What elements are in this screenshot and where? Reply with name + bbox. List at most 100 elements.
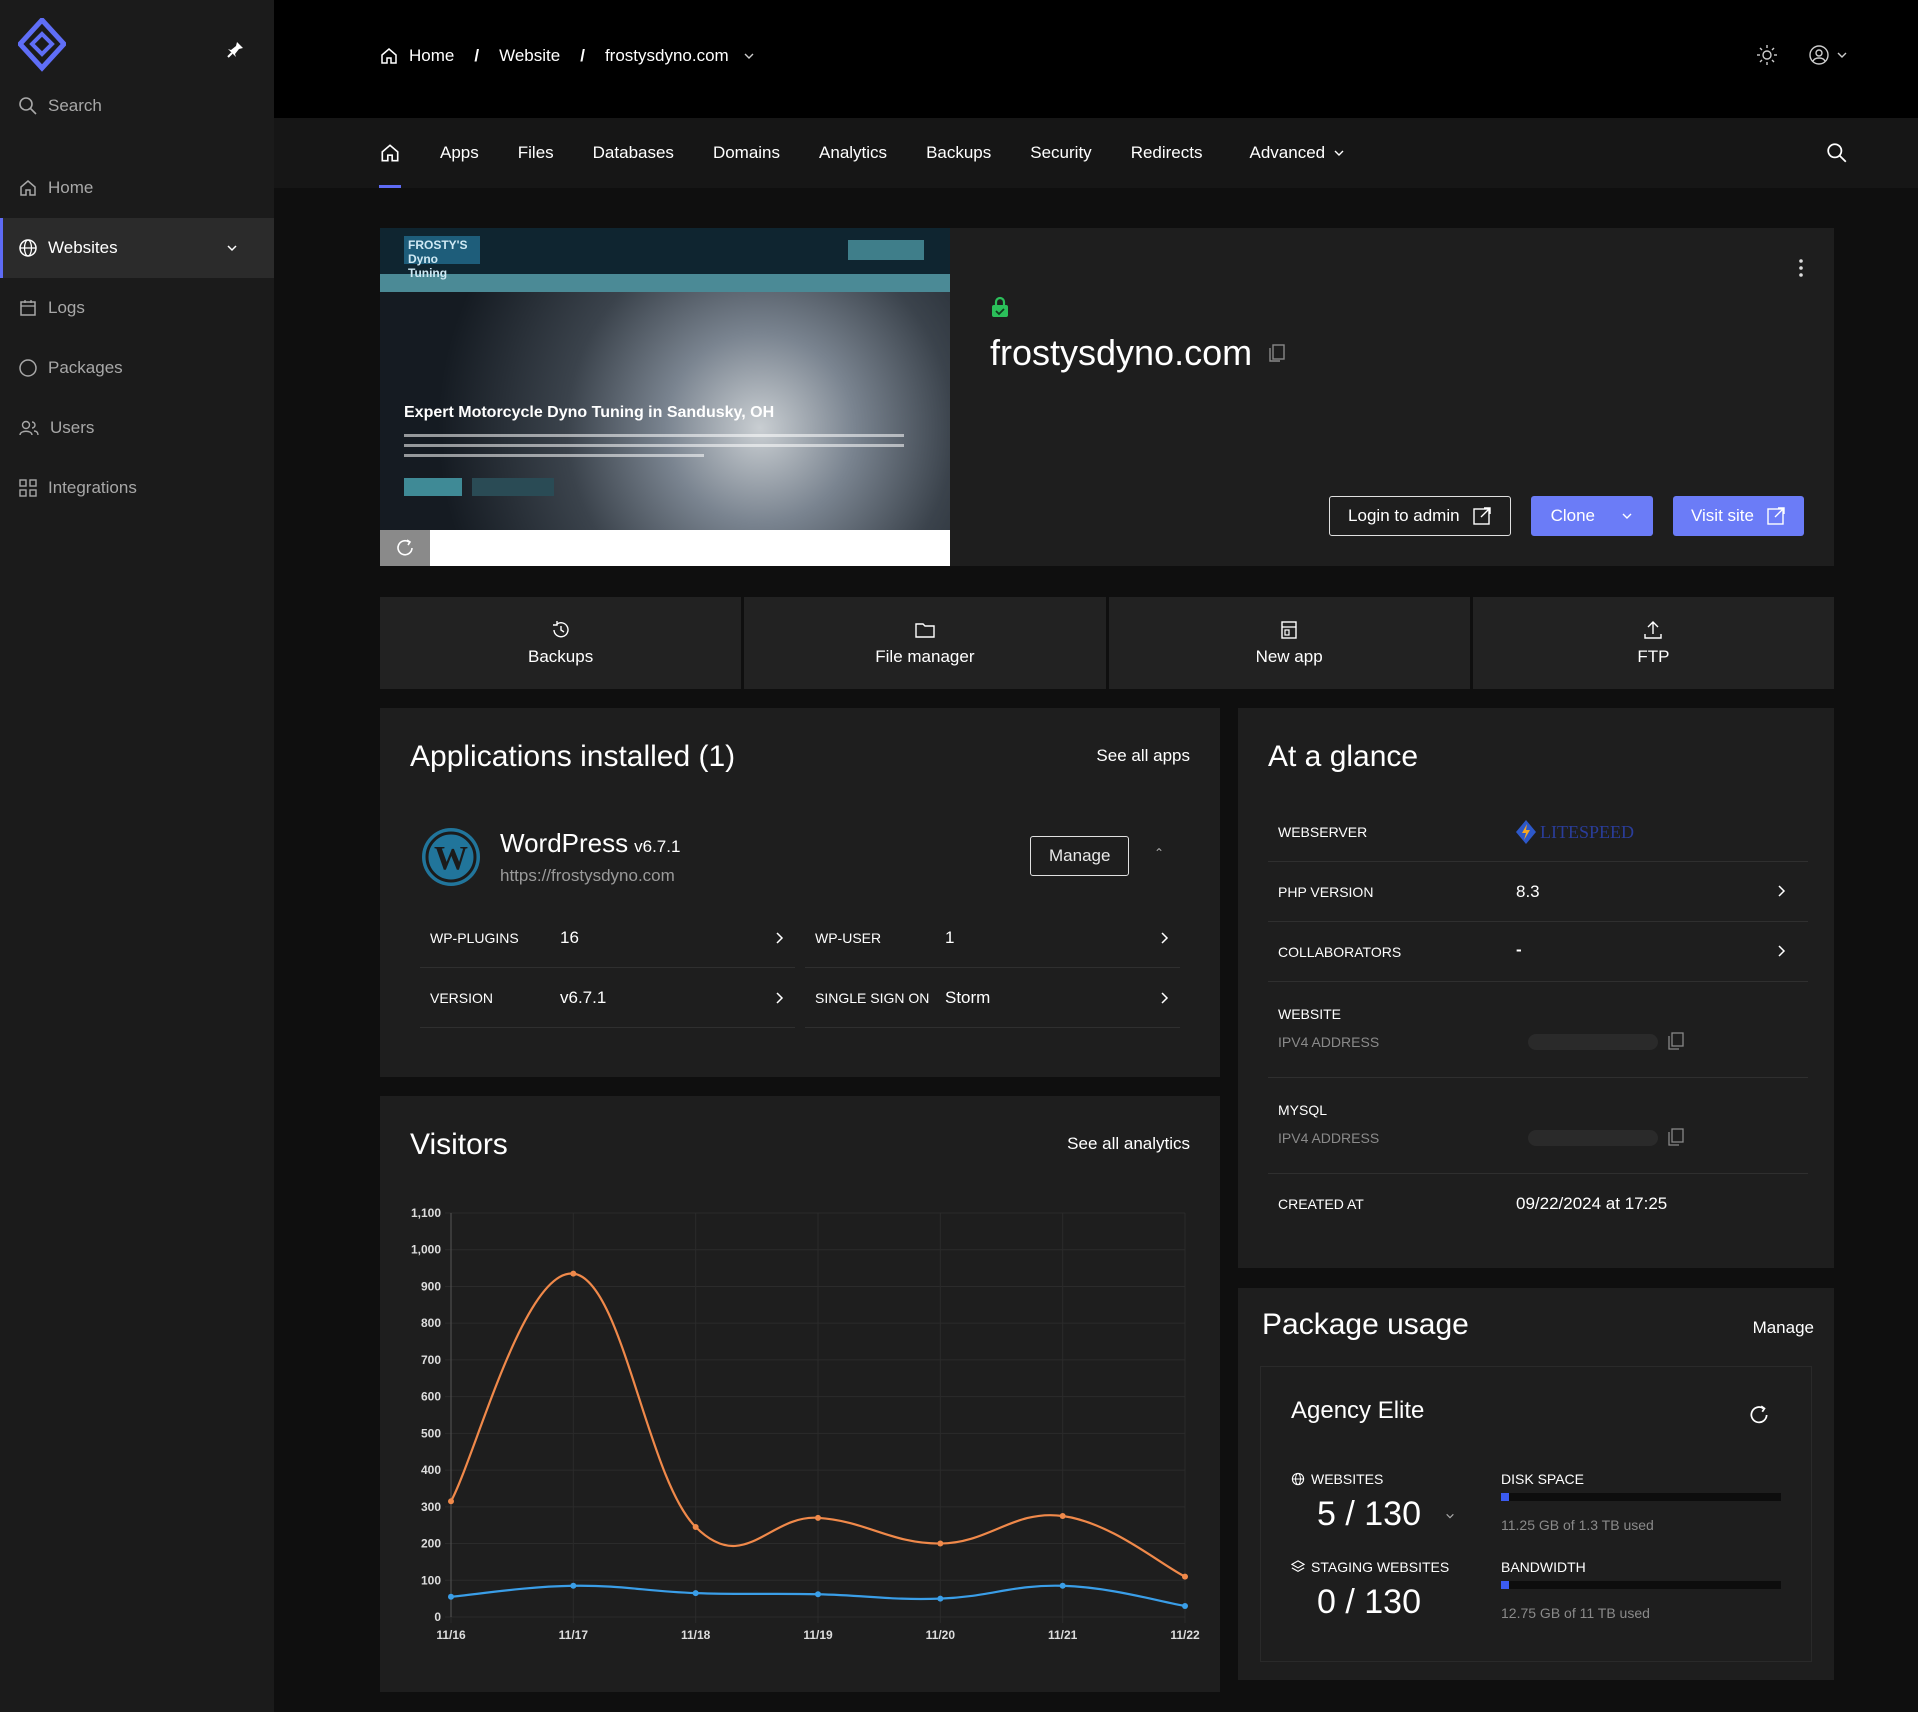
data-point (570, 1270, 577, 1277)
chevron-down-icon[interactable] (1445, 1511, 1455, 1521)
chevron-right-icon (1778, 885, 1786, 897)
refresh-icon[interactable] (1747, 1403, 1771, 1427)
app-url[interactable]: https://frostysdyno.com (500, 866, 675, 886)
breadcrumb-domain[interactable]: frostysdyno.com (605, 46, 729, 66)
at-a-glance-title: At a glance (1268, 740, 1419, 773)
tab-overview[interactable] (379, 118, 401, 188)
calendar-icon (20, 300, 36, 316)
chevron-down-icon[interactable] (743, 50, 755, 62)
sidebar-item-label: Packages (48, 358, 123, 377)
collaborators-value: - (1516, 940, 1522, 959)
webserver-label: WEBSERVER (1278, 824, 1368, 840)
sun-icon[interactable] (1756, 44, 1778, 66)
tab-backups[interactable]: Backups (926, 143, 991, 163)
site-preview-button (848, 240, 924, 260)
bandwidth-label: BANDWIDTH (1501, 1559, 1586, 1575)
refresh-preview-button[interactable] (380, 530, 430, 566)
app-details: WP-PLUGINS 16 WP-USER 1 VERSION v6.7.1 S… (420, 908, 1190, 1028)
chevron-right-icon (1778, 945, 1786, 957)
wp-plugins-row[interactable]: WP-PLUGINS 16 (420, 908, 795, 968)
tab-apps[interactable]: Apps (440, 143, 479, 163)
see-all-analytics-link[interactable]: See all analytics (1067, 1134, 1190, 1154)
data-point (692, 1524, 699, 1531)
app-layout-icon (1281, 621, 1297, 639)
collapse-icon[interactable]: ⌃ (1154, 846, 1164, 860)
search-icon[interactable] (1826, 142, 1848, 164)
detail-value: 16 (560, 927, 579, 947)
staging-usage-label: STAGING WEBSITES (1291, 1559, 1449, 1575)
visitors-card: Visitors See all analytics 0 100 200 300 400… (380, 1096, 1220, 1692)
see-all-apps-link[interactable]: See all apps (1096, 746, 1190, 766)
tab-files[interactable]: Files (518, 143, 554, 163)
mysql-label: MYSQL (1278, 1102, 1328, 1118)
x-tick-label: 11/19 (803, 1628, 833, 1642)
site-preview[interactable]: FROSTY'S Dyno Tuning Expert Motorcycle D… (380, 228, 950, 566)
glance-rows: WEBSERVER LITESPEED PHP VERSION 8.3 COLL… (1268, 802, 1808, 1234)
upload-icon (1644, 621, 1663, 639)
tab-analytics[interactable]: Analytics (819, 143, 887, 163)
staging-count: 0 / 130 (1317, 1583, 1421, 1621)
y-tick-label: 500 (421, 1426, 441, 1440)
globe-icon (1291, 1472, 1305, 1486)
external-link-icon (1767, 507, 1785, 525)
collaborators-row[interactable]: COLLABORATORS - (1268, 922, 1808, 982)
breadcrumb-home[interactable]: Home (409, 46, 454, 66)
y-tick-label: 300 (421, 1500, 441, 1514)
lock-icon (992, 296, 1008, 317)
sidebar-item-logs[interactable]: Logs (0, 278, 274, 338)
app-details-row: WP-PLUGINS 16 WP-USER 1 (420, 908, 1190, 968)
tab-security[interactable]: Security (1030, 143, 1091, 163)
visit-site-button[interactable]: Visit site (1673, 496, 1804, 536)
sidebar-item-websites[interactable]: Websites (0, 218, 274, 278)
package-plan-name: Agency Elite (1291, 1397, 1425, 1424)
data-point (1059, 1513, 1066, 1519)
home-icon (381, 144, 399, 162)
more-options-icon[interactable] (1798, 258, 1804, 278)
visitors-chart: 0 100 200 300 400 500 600 700 800 900 1,000 1,100 11… (411, 1206, 1200, 1642)
login-admin-label: Login to admin (1348, 506, 1460, 525)
detail-key: VERSION (430, 989, 494, 1006)
sidebar-item-home[interactable]: Home (0, 158, 274, 218)
single-sign-on-row[interactable]: SINGLE SIGN ON Storm (805, 968, 1180, 1028)
tab-databases[interactable]: Databases (593, 143, 674, 163)
manage-app-button[interactable]: Manage (1030, 836, 1130, 876)
quick-action-new-app[interactable]: New app (1108, 597, 1470, 689)
php-version-row[interactable]: PHP VERSION 8.3 (1268, 862, 1808, 922)
bandwidth-used: 12.75 GB of 11 TB used (1501, 1605, 1650, 1621)
search-icon (19, 97, 37, 115)
clone-button[interactable]: Clone (1530, 496, 1653, 536)
home-icon[interactable] (379, 46, 399, 66)
tab-advanced-label: Advanced (1249, 143, 1326, 162)
tab-redirects[interactable]: Redirects (1131, 143, 1203, 163)
copy-icon[interactable] (1668, 1032, 1684, 1050)
app-name-label: WordPress (500, 828, 629, 858)
chevron-right-icon (1161, 931, 1169, 944)
pin-icon[interactable] (225, 40, 245, 60)
copy-icon[interactable] (1268, 343, 1286, 363)
users-icon (19, 420, 39, 436)
tab-advanced[interactable]: Advanced (1250, 143, 1346, 163)
sidebar-search[interactable]: Search (18, 96, 102, 116)
chevron-down-icon[interactable] (226, 242, 238, 254)
tab-domains[interactable]: Domains (713, 143, 780, 163)
y-tick-label: 900 (421, 1279, 441, 1293)
websites-usage-label: WEBSITES (1291, 1471, 1383, 1487)
website-label: WEBSITE (1278, 1006, 1342, 1022)
account-menu[interactable] (1808, 44, 1848, 66)
quick-action-file-manager[interactable]: File manager (744, 597, 1106, 689)
quick-action-ftp[interactable]: FTP (1472, 597, 1834, 689)
webserver-logo: LITESPEED (1516, 820, 1634, 844)
sidebar-item-users[interactable]: Users (0, 398, 274, 458)
brand-logo-icon[interactable] (18, 18, 66, 78)
breadcrumb-website[interactable]: Website (499, 46, 560, 66)
copy-icon[interactable] (1668, 1128, 1684, 1146)
package-manage-link[interactable]: Manage (1753, 1318, 1814, 1338)
sidebar-item-integrations[interactable]: Integrations (0, 458, 274, 518)
sidebar-item-packages[interactable]: Packages (0, 338, 274, 398)
chevron-right-icon (776, 991, 784, 1004)
login-admin-button[interactable]: Login to admin (1329, 496, 1511, 536)
quick-action-backups[interactable]: Backups (380, 597, 742, 689)
version-row[interactable]: VERSION v6.7.1 (420, 968, 795, 1028)
wp-user-row[interactable]: WP-USER 1 (805, 908, 1180, 968)
applications-title: Applications installed (1) (410, 740, 736, 773)
